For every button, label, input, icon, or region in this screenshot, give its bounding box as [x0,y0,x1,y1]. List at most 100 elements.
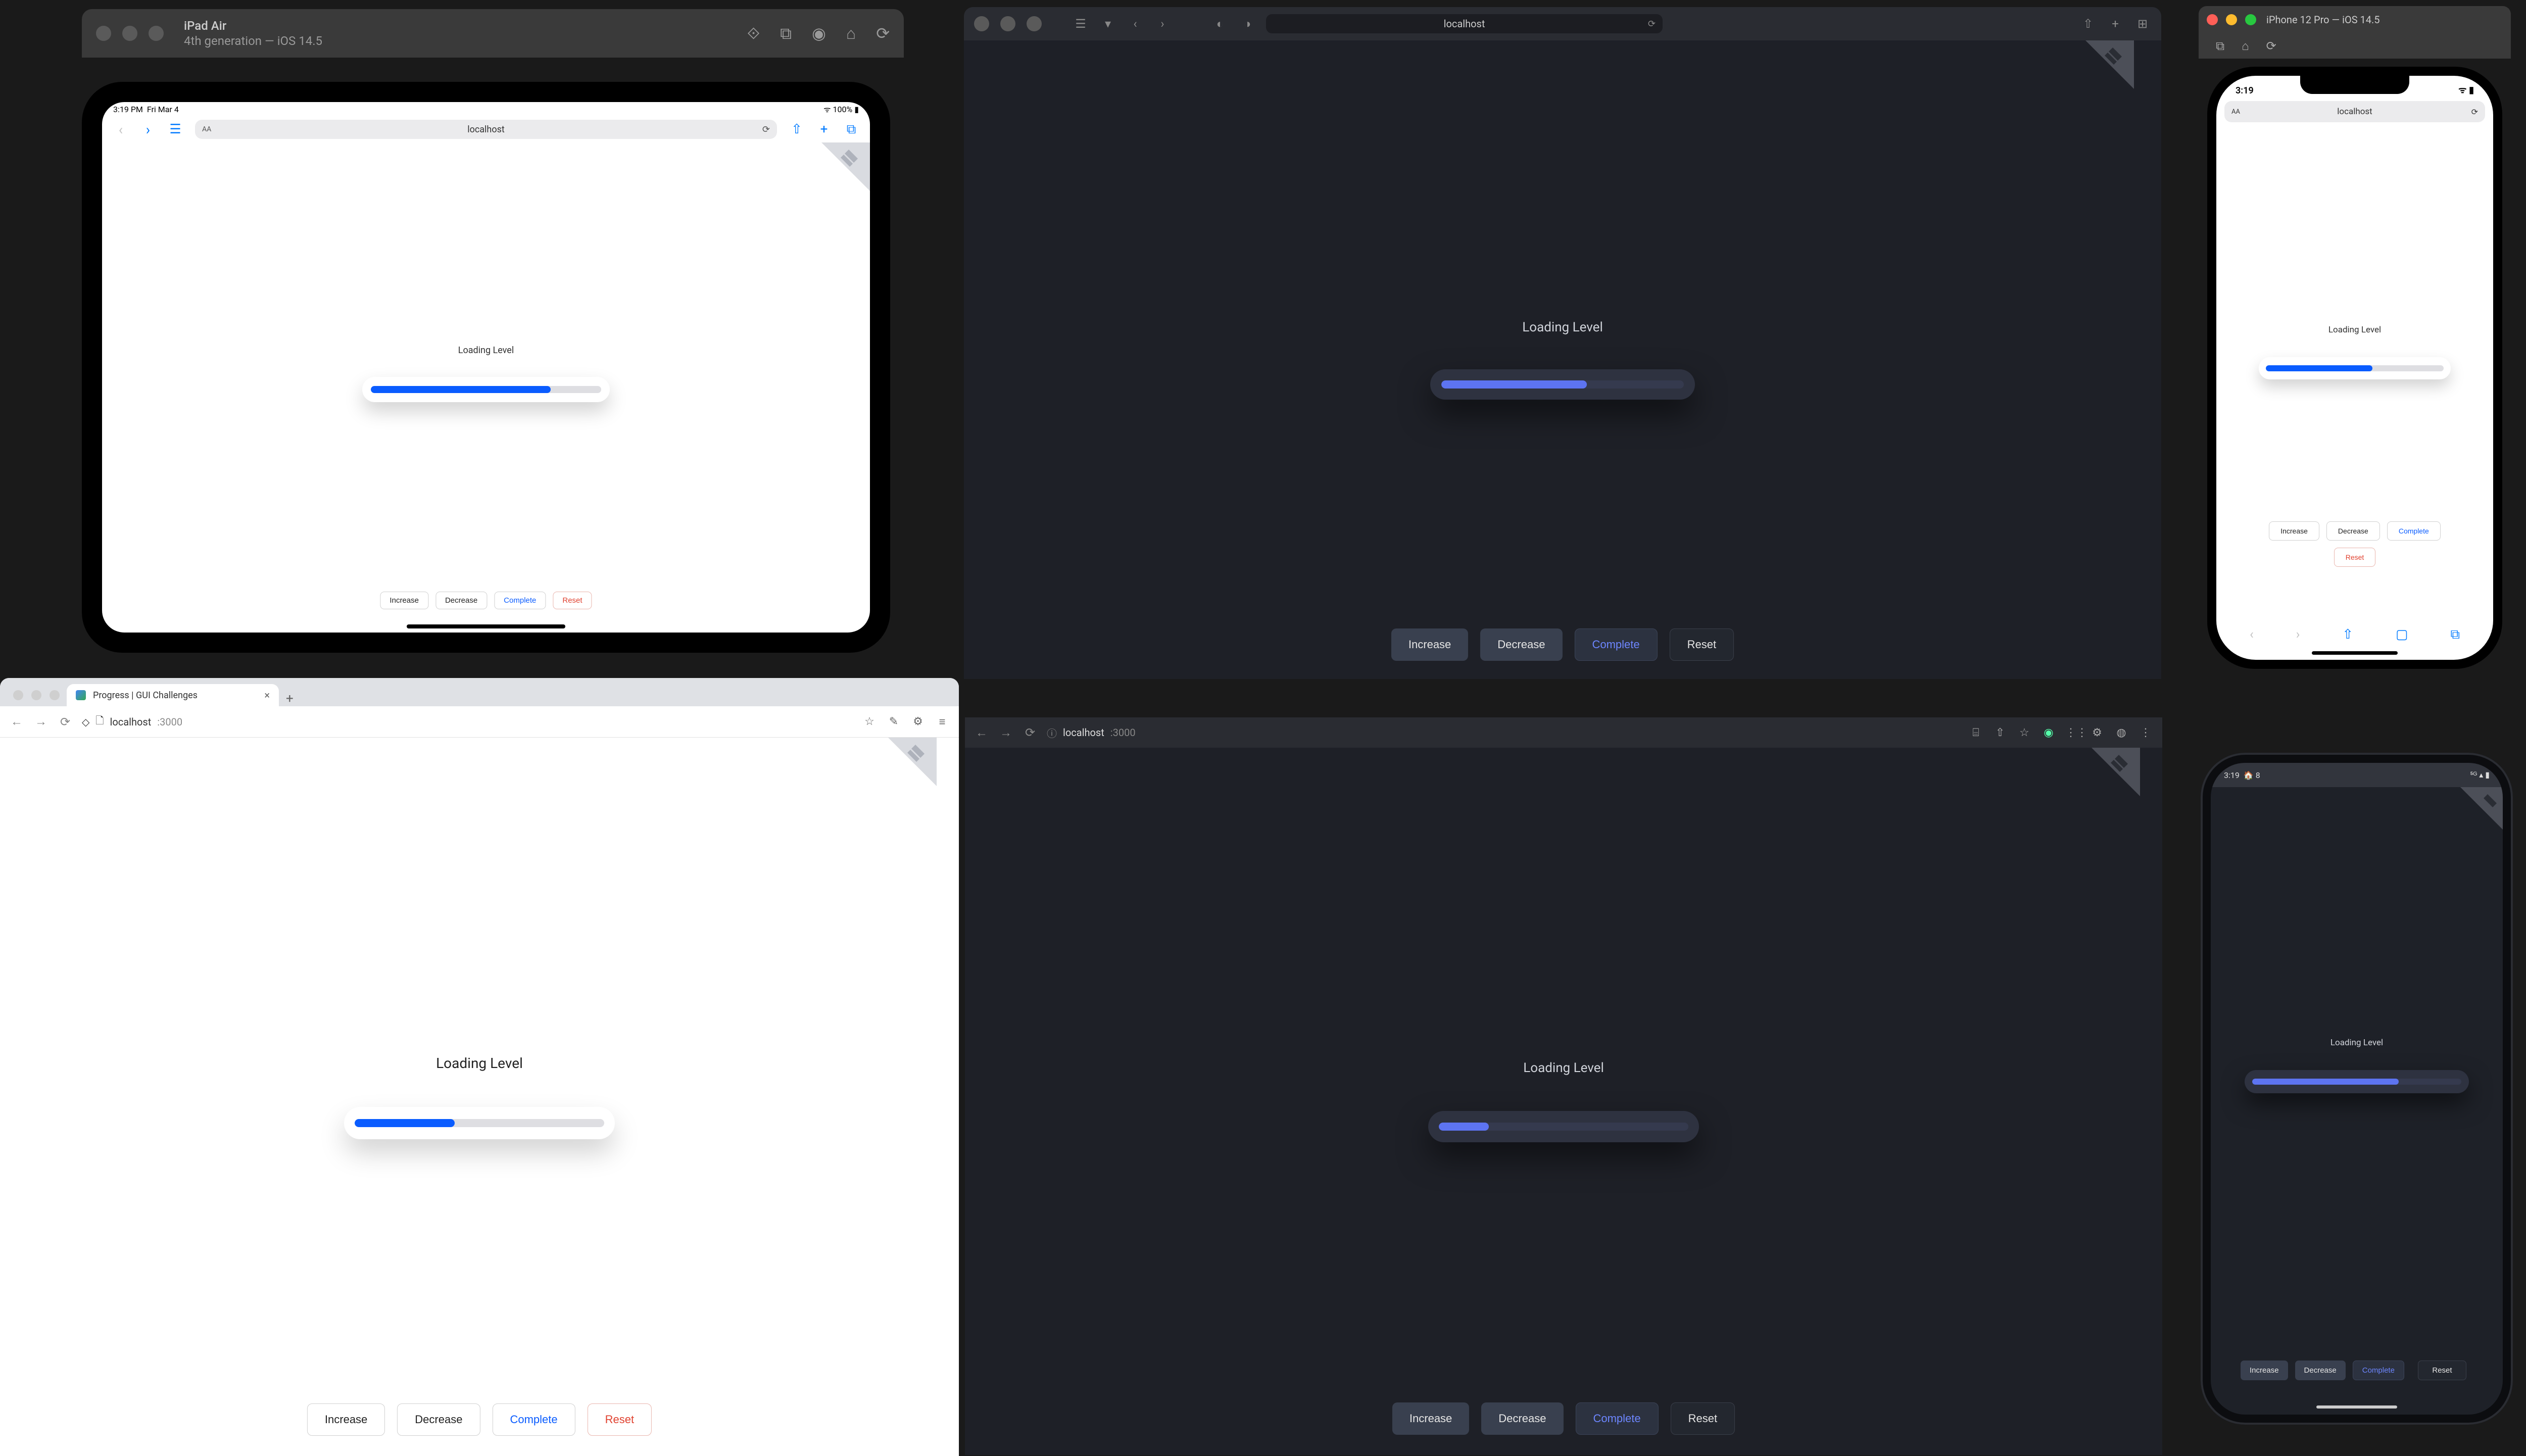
bookmarks-icon[interactable]: ▢ [2396,627,2408,643]
screenshot-icon[interactable]: ⧉ [2216,39,2224,53]
close-icon[interactable] [2207,14,2218,25]
shield-icon[interactable]: ◇ [82,716,89,728]
back-icon[interactable]: ‹ [2250,627,2254,643]
settings-icon[interactable]: ⚙ [2090,726,2105,739]
tabs-icon[interactable]: ⊞ [2134,17,2151,31]
info-icon[interactable]: 🗋 [95,713,104,731]
forward-icon[interactable]: › [1154,17,1171,31]
close-icon[interactable] [96,26,111,41]
complete-button[interactable]: Complete [494,592,546,609]
browser-tab[interactable]: Progress | GUI Challenges × [67,684,279,706]
address-bar[interactable]: ◇ 🗋 localhost:3000 [82,713,853,731]
devtools-flag-icon[interactable] [888,738,959,808]
reset-button[interactable]: Reset [588,1403,652,1436]
complete-button[interactable]: Complete [492,1403,575,1436]
home-indicator[interactable] [407,624,565,628]
reader-icon[interactable]: AA [202,125,211,133]
url-bar[interactable]: localhost ⟳ [1266,14,1663,33]
increase-button[interactable]: Increase [2241,1361,2288,1380]
maximize-icon[interactable] [1027,16,1042,31]
dropdown-icon[interactable]: ▾ [1099,17,1116,31]
complete-button[interactable]: Complete [2387,521,2441,541]
home-indicator[interactable] [2312,651,2398,655]
complete-button[interactable]: Complete [1575,1402,1658,1435]
back-icon[interactable]: ‹ [1127,17,1144,31]
devtools-flag-icon[interactable] [2460,787,2503,830]
sidebar-icon[interactable]: ☰ [168,122,183,137]
increase-button[interactable]: Increase [1391,628,1468,661]
screenshot-icon[interactable]: ⧉ [780,24,792,43]
forward-icon[interactable]: → [33,714,48,729]
minimize-icon[interactable] [1000,16,1015,31]
devtools-flag-icon[interactable] [2085,40,2161,116]
pointer-icon[interactable]: ⟐ [747,24,760,43]
cast-icon[interactable]: ⌸ [1968,726,1983,739]
newtab-icon[interactable]: + [2107,17,2124,31]
url-bar[interactable]: AA localhost ⟳ [195,120,777,139]
menu-icon[interactable]: ≡ [935,715,950,729]
reset-button[interactable]: Reset [1670,628,1734,661]
complete-button[interactable]: Complete [1574,628,1657,661]
close-icon[interactable] [13,690,23,700]
info-icon[interactable]: ⓘ [1047,725,1057,740]
back-icon[interactable]: ← [9,714,24,729]
decrease-button[interactable]: Decrease [1481,1402,1563,1435]
share-icon[interactable]: ⇧ [789,122,804,137]
decrease-button[interactable]: Decrease [435,592,487,609]
profile-icon[interactable]: ◍ [2114,726,2129,739]
tabs-icon[interactable]: ⧉ [844,122,859,137]
extension-icon[interactable]: ◉ [2041,726,2056,739]
decrease-button[interactable]: Decrease [2295,1361,2346,1380]
increase-button[interactable]: Increase [380,592,428,609]
increase-button[interactable]: Increase [307,1403,385,1436]
share-icon[interactable]: ⇧ [2342,627,2353,643]
forward-icon[interactable]: → [998,725,1013,740]
reload-icon[interactable]: ⟳ [2471,107,2478,117]
address-bar[interactable]: ⓘ localhost:3000 [1047,725,1959,740]
reader-icon[interactable]: AA [2231,108,2240,116]
forward-icon[interactable]: › [2296,627,2300,643]
maximize-icon[interactable] [2245,14,2256,25]
share-icon[interactable]: ⇧ [2079,17,2097,31]
decrease-button[interactable]: Decrease [1480,628,1562,661]
rotate-icon[interactable]: ⟳ [2266,39,2276,53]
extension-icon[interactable]: ✎ [886,715,901,728]
reload-icon[interactable]: ⟳ [58,715,73,729]
reload-icon[interactable]: ⟳ [1023,725,1038,740]
menu-icon[interactable]: ⋮ [2138,726,2153,739]
bookmark-icon[interactable]: ☆ [862,715,877,728]
reset-button[interactable]: Reset [2418,1361,2466,1380]
reset-button[interactable]: Reset [553,592,592,609]
increase-button[interactable]: Increase [2269,521,2319,541]
decrease-button[interactable]: Decrease [2326,521,2380,541]
home-icon[interactable]: ⌂ [2242,39,2249,54]
back-icon[interactable]: ← [974,725,989,740]
tab-close-icon[interactable]: × [264,689,270,701]
maximize-icon[interactable] [149,26,164,41]
share-icon[interactable]: ⇧ [1993,726,2008,739]
minimize-icon[interactable] [122,26,137,41]
tabs-icon[interactable]: ⧉ [2450,627,2460,643]
maximize-icon[interactable] [50,690,60,700]
nav-indicator[interactable] [2316,1405,2397,1409]
newtab-icon[interactable]: + [279,691,301,706]
appearance-icon[interactable]: ◑ [1239,17,1256,31]
decrease-button[interactable]: Decrease [397,1403,480,1436]
rotate-icon[interactable]: ⟳ [876,24,890,43]
record-icon[interactable]: ◉ [812,24,826,43]
shield-icon[interactable]: ◐ [1211,17,1229,31]
home-icon[interactable]: ⌂ [846,24,856,43]
complete-button[interactable]: Complete [2353,1361,2404,1380]
reload-icon[interactable]: ⟳ [1648,19,1656,29]
bookmark-icon[interactable]: ☆ [2017,726,2032,739]
back-icon[interactable]: ‹ [113,121,128,138]
minimize-icon[interactable] [31,690,41,700]
reset-button[interactable]: Reset [2334,548,2376,567]
url-bar[interactable]: AA localhost ⟳ [2224,101,2485,122]
minimize-icon[interactable] [2226,14,2237,25]
devtools-flag-icon[interactable] [2092,748,2162,818]
close-icon[interactable] [974,16,989,31]
extensions-icon[interactable]: ⋮⋮ [2065,726,2080,739]
reset-button[interactable]: Reset [1671,1402,1735,1435]
forward-icon[interactable]: › [140,121,156,138]
